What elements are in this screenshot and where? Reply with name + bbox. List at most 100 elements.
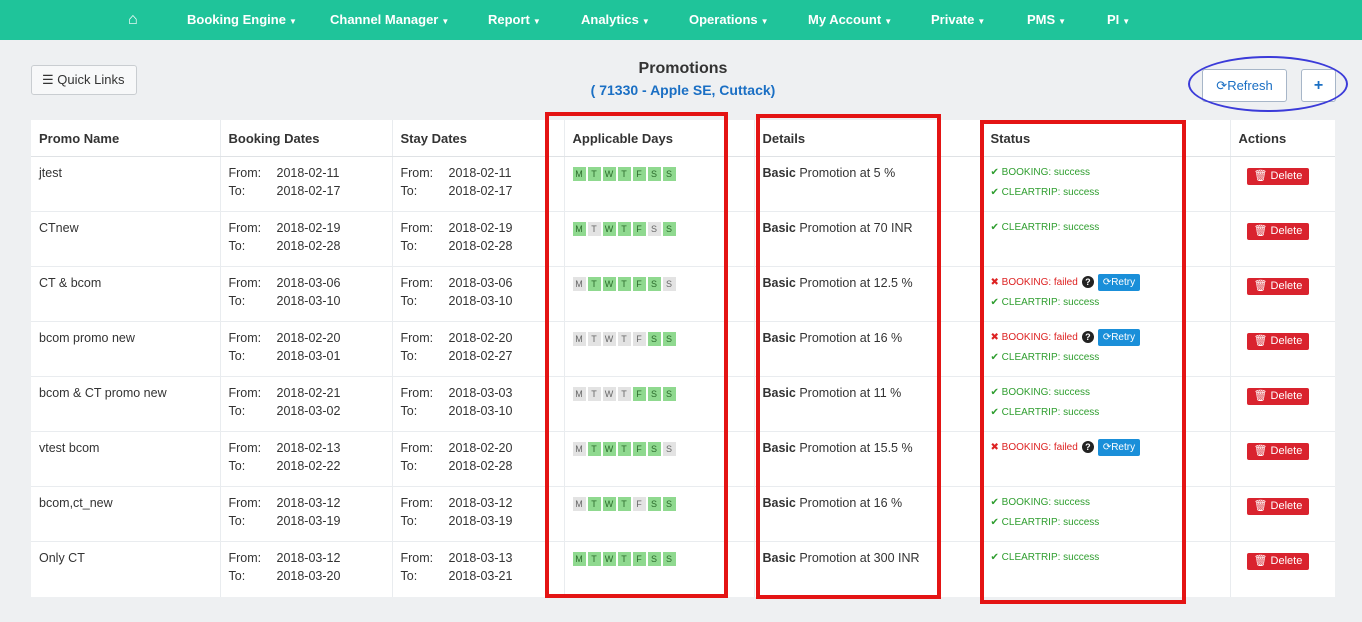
booking-dates: From: 2018-02-21 To: 2018-03-02 <box>219 376 392 432</box>
table-row: bcom & CT promo new From: 2018-02-21 To: 201… <box>31 376 1335 432</box>
retry-icon: ⟳ <box>1102 277 1112 288</box>
day-chip: W <box>602 442 616 456</box>
help-icon[interactable]: ? <box>1081 276 1094 288</box>
nav-pms[interactable]: PMS ▼ <box>1027 0 1066 40</box>
delete-button[interactable]: 🗑 Delete <box>1246 443 1310 460</box>
nav-my-account[interactable]: My Account ▼ <box>808 0 892 40</box>
from-label: From: <box>400 441 434 455</box>
help-icon[interactable]: ? <box>1081 441 1094 453</box>
date-value: 2018-03-10 <box>276 294 341 308</box>
day-chip: T <box>587 442 601 456</box>
delete-button[interactable]: 🗑 Delete <box>1246 388 1310 405</box>
day-chip: F <box>632 442 646 456</box>
to-label: To: <box>228 514 246 528</box>
delete-button[interactable]: 🗑 Delete <box>1246 168 1310 185</box>
refresh-button[interactable]: ⟳Refresh <box>1202 69 1287 102</box>
day-chip: S <box>662 222 676 236</box>
applicable-days: MTWTFSS <box>563 486 754 542</box>
status-line: ✔ CLEARTRIP: success <box>991 183 1222 203</box>
to-label: To: <box>400 294 418 308</box>
day-chip: F <box>632 332 646 346</box>
actions-cell: 🗑 Delete <box>1229 431 1335 487</box>
caret-down-icon: ▼ <box>641 17 650 26</box>
day-chip: F <box>632 387 646 401</box>
detail-text: Promotion at 16 % <box>799 496 903 510</box>
day-chip: T <box>587 277 601 291</box>
status-text: CLEARTRIP: success <box>1001 407 1100 418</box>
help-icon[interactable]: ? <box>1081 331 1094 343</box>
date-value: 2018-02-17 <box>276 184 341 198</box>
retry-button[interactable]: ⟳Retry <box>1097 274 1141 291</box>
table-row: vtest bcom From: 2018-02-13 To: 2018-02-22 Fr… <box>31 431 1335 487</box>
refresh-label: Refresh <box>1227 78 1273 93</box>
status-text: BOOKING: failed <box>1001 332 1078 343</box>
from-label: From: <box>400 496 434 510</box>
check-icon: ✔ <box>990 167 999 178</box>
nav-label: My Account <box>808 12 882 27</box>
status-line: ✔ BOOKING: success <box>991 493 1222 513</box>
day-chip: S <box>647 277 661 291</box>
status-line: ✔ CLEARTRIP: success <box>991 548 1222 568</box>
applicable-days: MTWTFSS <box>563 156 754 212</box>
delete-button[interactable]: 🗑 Delete <box>1246 278 1310 295</box>
status-text: BOOKING: success <box>1001 167 1091 178</box>
nav-report[interactable]: Report ▼ <box>488 0 541 40</box>
date-value: 2018-02-19 <box>448 221 513 235</box>
basic-label: Basic <box>762 276 796 290</box>
day-chips: MTWTFSS <box>572 441 746 456</box>
date-value: 2018-02-17 <box>448 184 513 198</box>
day-chip: S <box>647 552 661 566</box>
booking-dates: From: 2018-02-20 To: 2018-03-01 <box>219 321 392 377</box>
from-label: From: <box>400 221 434 235</box>
top-nav: ⌂ Booking Engine ▼ Channel Manager ▼ Repor… <box>0 0 1362 40</box>
date-range: From: 2018-03-13 To: 2018-03-21 <box>401 551 556 583</box>
day-chip: T <box>617 442 631 456</box>
column-header: Promo Name <box>31 120 220 157</box>
to-label: To: <box>400 349 418 363</box>
nav-channel-manager[interactable]: Channel Manager ▼ <box>330 0 449 40</box>
delete-button[interactable]: 🗑 Delete <box>1246 333 1310 350</box>
nav-analytics[interactable]: Analytics ▼ <box>581 0 650 40</box>
delete-button[interactable]: 🗑 Delete <box>1246 223 1310 240</box>
date-value: 2018-02-20 <box>448 441 513 455</box>
actions-cell: 🗑 Delete <box>1229 376 1335 432</box>
from-label: From: <box>400 386 434 400</box>
home-icon[interactable]: ⌂ <box>128 0 138 40</box>
promo-status: ✖ BOOKING: failed? ⟳Retry <box>981 431 1230 487</box>
stay-dates: From: 2018-02-20 To: 2018-02-27 <box>391 321 564 377</box>
nav-label: PMS <box>1027 12 1056 27</box>
retry-button[interactable]: ⟳Retry <box>1097 439 1141 456</box>
trash-icon: 🗑 <box>1253 280 1268 292</box>
date-value: 2018-03-10 <box>448 294 513 308</box>
actions-cell: 🗑 Delete <box>1229 266 1335 322</box>
date-value: 2018-03-21 <box>448 569 513 583</box>
delete-button[interactable]: 🗑 Delete <box>1246 553 1310 570</box>
retry-label: Retry <box>1111 332 1136 343</box>
date-value: 2018-03-12 <box>276 551 341 565</box>
quick-links-button[interactable]: ☰ Quick Links <box>31 65 137 95</box>
nav-private[interactable]: Private ▼ <box>931 0 985 40</box>
nav-operations[interactable]: Operations ▼ <box>689 0 769 40</box>
date-range: From: 2018-02-13 To: 2018-02-22 <box>229 441 384 473</box>
status-line: ✔ BOOKING: success <box>991 383 1222 403</box>
day-chip: S <box>662 387 676 401</box>
day-chips: MTWTFSS <box>572 496 746 511</box>
status-line: ✖ BOOKING: failed? ⟳Retry <box>991 328 1222 348</box>
basic-label: Basic <box>762 441 796 455</box>
day-chip: F <box>632 222 646 236</box>
status-line: ✔ CLEARTRIP: success <box>991 348 1222 368</box>
day-chip: M <box>572 332 586 346</box>
retry-button[interactable]: ⟳Retry <box>1097 329 1141 346</box>
stay-dates: From: 2018-03-13 To: 2018-03-21 <box>391 541 564 597</box>
nav-booking-engine[interactable]: Booking Engine ▼ <box>187 0 297 40</box>
check-icon: ✔ <box>990 297 999 308</box>
day-chip: T <box>617 387 631 401</box>
day-chip: S <box>662 332 676 346</box>
delete-button[interactable]: 🗑 Delete <box>1246 498 1310 515</box>
status-line: ✔ BOOKING: success <box>991 163 1222 183</box>
nav-pi[interactable]: PI ▼ <box>1107 0 1130 40</box>
trash-icon: 🗑 <box>1253 500 1268 512</box>
table-header-row: Promo Name Booking Dates Stay Dates Appl… <box>31 120 1335 157</box>
date-range: From: 2018-03-12 To: 2018-03-19 <box>229 496 384 528</box>
add-promotion-button[interactable]: + <box>1301 69 1336 102</box>
